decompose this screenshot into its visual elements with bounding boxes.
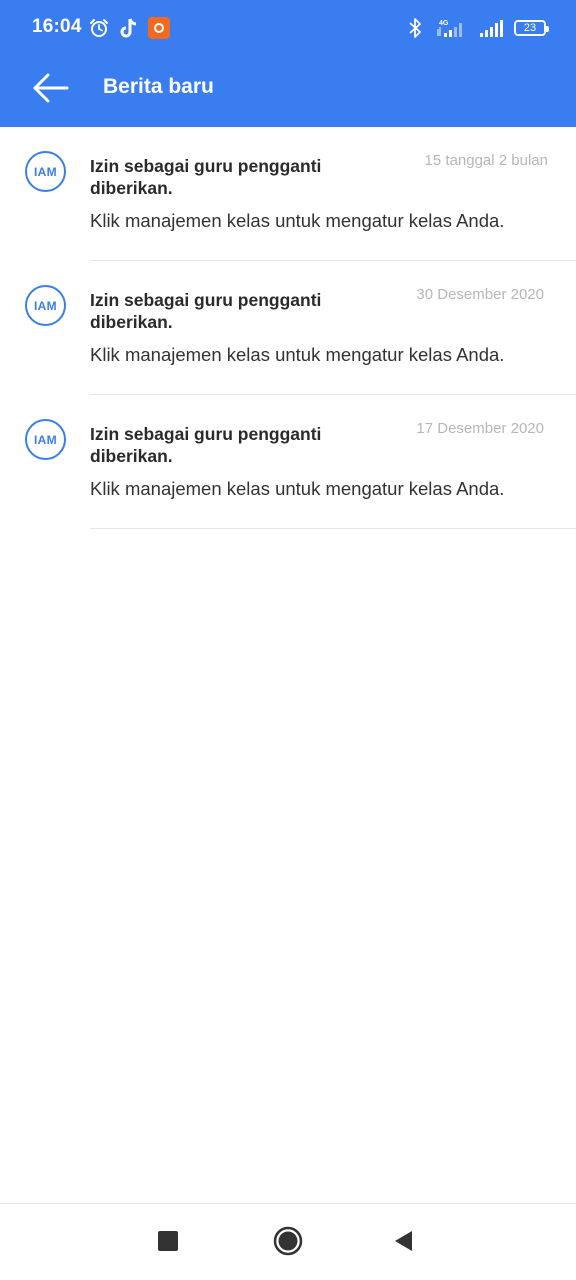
alarm-icon (88, 17, 110, 39)
news-body: Klik manajemen kelas untuk mengatur kela… (90, 344, 505, 365)
iam-logo-icon: IAM (25, 285, 66, 326)
news-title: Izin sebagai guru pengganti diberikan. (90, 424, 322, 466)
iam-logo-icon: IAM (25, 151, 66, 192)
signal-4g-icon: 4G (436, 17, 468, 39)
news-item[interactable]: IAM Izin sebagai guru pengganti diberika… (0, 395, 576, 529)
iam-logo-icon: IAM (25, 419, 66, 460)
recent-apps-button[interactable] (148, 1221, 188, 1261)
status-icons-left (88, 16, 170, 40)
status-bar: 16:04 4G 23 (0, 0, 576, 56)
screen: 16:04 4G 23 Berita baru IAM Izin sebagai… (0, 0, 576, 1280)
recent-apps-icon (158, 1231, 178, 1251)
tiktok-icon (118, 17, 140, 39)
news-list: IAM Izin sebagai guru pengganti diberika… (0, 127, 576, 529)
news-item[interactable]: IAM Izin sebagai guru pengganti diberika… (0, 261, 576, 395)
battery-icon: 23 (514, 20, 549, 36)
home-button[interactable] (268, 1221, 308, 1261)
page-title: Berita baru (103, 75, 214, 98)
divider (90, 528, 576, 529)
news-title: Izin sebagai guru pengganti diberikan. (90, 290, 322, 332)
app-bar: Berita baru (0, 56, 576, 127)
signal-icon (478, 17, 504, 39)
news-body: Klik manajemen kelas untuk mengatur kela… (90, 478, 505, 499)
news-title: Izin sebagai guru pengganti diberikan. (90, 156, 322, 198)
network-label: 4G (439, 20, 449, 27)
back-triangle-icon (395, 1231, 412, 1251)
news-date: 17 Desember 2020 (416, 420, 544, 437)
navigation-bar (0, 1203, 576, 1280)
news-body: Klik manajemen kelas untuk mengatur kela… (90, 210, 505, 231)
screen-recorder-icon (148, 17, 170, 39)
battery-level: 23 (523, 21, 537, 34)
header: 16:04 4G 23 Berita baru (0, 0, 576, 127)
status-icons-right: 4G 23 (404, 16, 549, 40)
news-date: 15 tanggal 2 bulan (424, 152, 548, 169)
home-icon (273, 1226, 303, 1256)
system-back-button[interactable] (384, 1221, 424, 1261)
arrow-left-icon (33, 73, 69, 103)
news-item[interactable]: IAM Izin sebagai guru pengganti diberika… (0, 127, 576, 261)
back-button[interactable] (22, 64, 78, 112)
status-time: 16:04 (32, 16, 82, 37)
bluetooth-icon (404, 17, 426, 39)
news-date: 30 Desember 2020 (416, 286, 544, 303)
